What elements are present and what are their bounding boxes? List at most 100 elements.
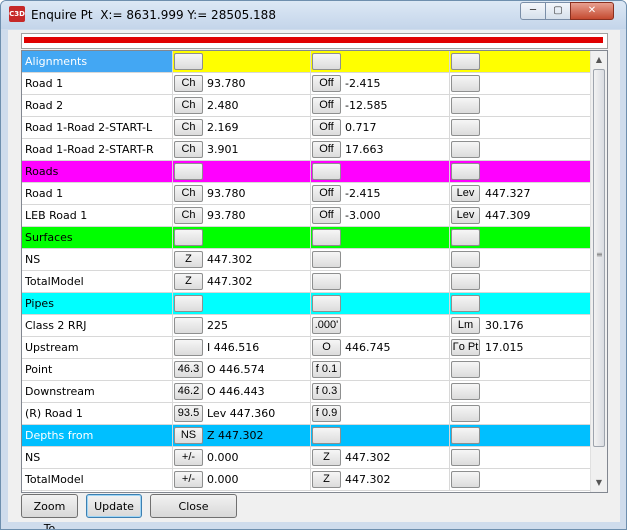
grid-cell-button[interactable] bbox=[451, 295, 480, 312]
grid-cell-button[interactable] bbox=[312, 251, 341, 268]
maximize-button[interactable]: ▢ bbox=[545, 2, 571, 20]
button-cell: f 0.9 bbox=[311, 403, 342, 424]
value-cell: 447.302 bbox=[204, 271, 311, 292]
button-cell bbox=[450, 227, 482, 248]
grid-cell-button[interactable] bbox=[451, 361, 480, 378]
scroll-up-arrow-icon[interactable]: ▲ bbox=[591, 51, 607, 68]
grid-cell-button[interactable]: Ch bbox=[174, 207, 203, 224]
grid-cell-button[interactable] bbox=[451, 251, 480, 268]
grid-cell-button[interactable]: .000' bbox=[312, 317, 341, 334]
value-cell: -12.585 bbox=[342, 95, 450, 116]
grid-cell-button[interactable]: 46.3 bbox=[174, 361, 203, 378]
button-cell: +/- bbox=[173, 469, 204, 490]
value-cell: 447.302 bbox=[342, 447, 450, 468]
grid-cell-button[interactable] bbox=[312, 295, 341, 312]
grid-cell-button[interactable]: 93.5 bbox=[174, 405, 203, 422]
grid-cell-button[interactable]: NS bbox=[174, 427, 203, 444]
value-cell: 93.780 bbox=[204, 73, 311, 94]
grid-cell-button[interactable] bbox=[174, 229, 203, 246]
grid-cell-button[interactable] bbox=[312, 427, 341, 444]
grid-cell-button[interactable]: Ch bbox=[174, 119, 203, 136]
grid-cell-button[interactable] bbox=[451, 97, 480, 114]
value-cell bbox=[482, 293, 590, 314]
grid-cell-button[interactable]: Off bbox=[312, 207, 341, 224]
grid-cell-button[interactable]: Ch bbox=[174, 141, 203, 158]
minimize-button[interactable]: ─ bbox=[520, 2, 546, 20]
grid-cell-button[interactable]: Off bbox=[312, 119, 341, 136]
scroll-down-arrow-icon[interactable]: ▼ bbox=[591, 474, 607, 491]
value-cell: 447.309 bbox=[485, 209, 531, 222]
grid-cell-button[interactable]: Z bbox=[312, 471, 341, 488]
grid-cell-button[interactable] bbox=[451, 75, 480, 92]
grid-cell-button[interactable] bbox=[451, 273, 480, 290]
grid-cell-button[interactable]: Lev bbox=[451, 185, 480, 202]
grid-cell-button[interactable] bbox=[174, 53, 203, 70]
grid-cell-button[interactable]: Lm bbox=[451, 317, 480, 334]
grid-cell-button[interactable]: Ch bbox=[174, 75, 203, 92]
close-window-button[interactable]: ✕ bbox=[570, 2, 614, 20]
grid-cell-button[interactable] bbox=[451, 163, 480, 180]
progress-bar bbox=[21, 33, 608, 49]
scroll-thumb[interactable]: ≡ bbox=[593, 69, 605, 447]
grid-cell-button[interactable]: Z bbox=[312, 449, 341, 466]
row-label: Road 1 bbox=[22, 183, 173, 204]
group-header-row: Pipes bbox=[22, 293, 590, 315]
grid-cell-button[interactable]: Z bbox=[174, 273, 203, 290]
zoom-to-button[interactable]: Zoom To bbox=[21, 494, 78, 529]
grid-cell-button[interactable] bbox=[174, 317, 203, 334]
grid-cell-button[interactable] bbox=[312, 229, 341, 246]
grid-cell-button[interactable] bbox=[174, 339, 203, 356]
title-bar[interactable]: C3D Enquire Pt X:= 8631.999 Y:= 28505.18… bbox=[1, 1, 626, 29]
grid-cell-button[interactable]: +/- bbox=[174, 449, 203, 466]
grid-cell-button[interactable] bbox=[451, 405, 480, 422]
grid-cell-button[interactable] bbox=[451, 383, 480, 400]
grid-cell-button[interactable] bbox=[174, 163, 203, 180]
grid-cell-button[interactable]: O bbox=[312, 339, 341, 356]
value-cell: 225 bbox=[204, 315, 311, 336]
grid-cell-button[interactable] bbox=[312, 163, 341, 180]
vertical-scrollbar[interactable]: ▲ ≡ ▼ bbox=[590, 51, 607, 492]
value-cell bbox=[342, 359, 450, 380]
update-button[interactable]: Update bbox=[86, 494, 142, 518]
grid-cell-button[interactable]: Z bbox=[174, 251, 203, 268]
grid-cell-button[interactable] bbox=[451, 141, 480, 158]
row-label: LEB Road 1 bbox=[22, 205, 173, 226]
grid-cell-button[interactable]: Ch bbox=[174, 185, 203, 202]
value-cell bbox=[342, 227, 450, 248]
grid-cell-button[interactable] bbox=[451, 229, 480, 246]
grid-cell-button[interactable] bbox=[174, 295, 203, 312]
value-cell: 0.000 bbox=[204, 469, 311, 490]
grid-cell-button[interactable]: Off bbox=[312, 141, 341, 158]
table-row: TotalModel +/- 0.000 Z 447.302 bbox=[22, 469, 590, 491]
table-row: (R) Road 1 93.5 Lev 447.360 f 0.9 bbox=[22, 403, 590, 425]
grid-cell-button[interactable]: Off bbox=[312, 185, 341, 202]
close-button[interactable]: Close bbox=[150, 494, 237, 518]
group-header-row: Depths from NS Z 447.302 bbox=[22, 425, 590, 447]
button-cell: Z bbox=[311, 447, 342, 468]
grid-cell-button[interactable] bbox=[451, 53, 480, 70]
value-cell bbox=[482, 117, 590, 138]
grid-cell-button[interactable]: Γo Pt bbox=[451, 339, 480, 356]
grid-cell-button[interactable]: +/- bbox=[174, 471, 203, 488]
button-cell: Off bbox=[311, 73, 342, 94]
grid-cell-button[interactable]: Off bbox=[312, 75, 341, 92]
grid-cell-button[interactable]: Ch bbox=[174, 97, 203, 114]
grid-cell-button[interactable]: 46.2 bbox=[174, 383, 203, 400]
group-label: Depths from bbox=[22, 425, 173, 446]
table-row: NS Z 447.302 bbox=[22, 249, 590, 271]
grid-cell-button[interactable] bbox=[451, 471, 480, 488]
grid-cell-button[interactable] bbox=[312, 273, 341, 290]
grid-cell-button[interactable]: Lev bbox=[451, 207, 480, 224]
grid-cell-button[interactable] bbox=[451, 449, 480, 466]
grid-cell-button[interactable] bbox=[451, 119, 480, 136]
grid-cell-button[interactable]: Off bbox=[312, 97, 341, 114]
grid-cell-button[interactable]: f 0.3 bbox=[312, 383, 341, 400]
grid-cell-button[interactable] bbox=[451, 427, 480, 444]
row-label: Road 1 bbox=[22, 73, 173, 94]
row-label: Road 1-Road 2-START-R bbox=[22, 139, 173, 160]
grid-cell-button[interactable] bbox=[312, 53, 341, 70]
button-cell: f 0.3 bbox=[311, 381, 342, 402]
grid-cell-button[interactable]: f 0.9 bbox=[312, 405, 341, 422]
grid-cell-button[interactable]: f 0.1 bbox=[312, 361, 341, 378]
value-cell: 3.901 bbox=[204, 139, 311, 160]
